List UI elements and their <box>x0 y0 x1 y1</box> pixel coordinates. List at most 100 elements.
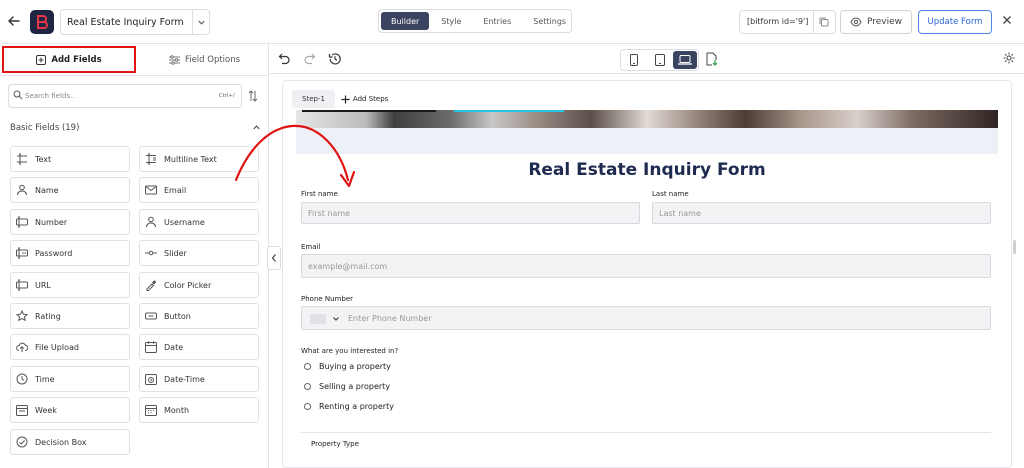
chevron-up-icon[interactable] <box>252 123 261 132</box>
field-color-picker[interactable]: Color Picker <box>139 271 259 298</box>
tab-entries[interactable]: Entries <box>473 12 521 30</box>
field-label: URL <box>35 280 51 290</box>
field-url[interactable]: URL <box>10 271 130 298</box>
field-label: Email <box>164 186 187 196</box>
chevron-left-icon <box>270 253 278 263</box>
search-input[interactable] <box>25 88 205 104</box>
tab-style[interactable]: Style <box>431 12 471 30</box>
field-slider[interactable]: Slider <box>139 240 259 267</box>
field-label: Text <box>35 155 52 164</box>
field-label: Decision Box <box>35 437 87 447</box>
field-label: Date <box>164 343 184 353</box>
field-label: Week <box>35 406 57 416</box>
preview-label: Preview <box>866 17 903 27</box>
add-steps-button[interactable]: Add Steps <box>341 95 388 104</box>
field-text[interactable]: Text <box>10 146 130 172</box>
mobile-icon <box>629 54 638 66</box>
field-month[interactable]: Month <box>139 397 259 424</box>
banner-photo <box>296 110 998 128</box>
radio-button[interactable] <box>304 383 311 390</box>
field-email[interactable]: Email <box>139 177 259 204</box>
calendar-icon <box>145 341 157 354</box>
country-flag-icon[interactable] <box>310 314 326 324</box>
tablet-view-button[interactable] <box>648 51 672 69</box>
banner-accent-cyan <box>454 110 564 112</box>
field-number[interactable]: Number <box>10 208 130 235</box>
plus-icon <box>341 95 350 104</box>
radio-button[interactable] <box>304 363 311 370</box>
mobile-view-button[interactable] <box>622 51 646 69</box>
history-icon[interactable] <box>328 52 342 66</box>
tab-field-options[interactable]: Field Options <box>140 46 269 73</box>
desktop-view-button[interactable] <box>673 51 698 69</box>
laptop-icon <box>678 55 693 65</box>
interest-label: What are you interested in? <box>301 347 399 355</box>
calendar-clock-icon <box>145 373 157 385</box>
radio-option[interactable]: Selling a property <box>304 382 390 391</box>
field-button[interactable]: Button <box>139 303 259 329</box>
check-circle-icon <box>16 436 28 448</box>
divider <box>192 10 193 34</box>
chevron-down-icon[interactable] <box>197 18 206 27</box>
form-name-select[interactable]: Real Estate Inquiry Form <box>60 9 210 35</box>
collapse-panel-button[interactable] <box>267 246 281 270</box>
first-name-label: First name <box>301 190 338 198</box>
plus-square-icon <box>36 54 47 65</box>
field-label: Username <box>164 217 205 227</box>
phone-field <box>301 306 991 330</box>
field-label: Button <box>164 312 191 321</box>
search-icon <box>13 90 23 100</box>
close-icon[interactable] <box>1002 15 1012 25</box>
field-password[interactable]: Password <box>10 240 130 267</box>
update-form-button[interactable]: Update Form <box>918 10 992 34</box>
last-name-input[interactable] <box>652 202 991 224</box>
form-title: Real Estate Inquiry Form <box>528 160 766 180</box>
field-week[interactable]: Week <box>10 397 130 424</box>
back-arrow-icon[interactable] <box>6 13 22 29</box>
first-name-input[interactable] <box>301 202 640 224</box>
redo-icon[interactable] <box>303 52 316 65</box>
tab-settings[interactable]: Settings <box>523 12 576 30</box>
clock-icon <box>16 373 28 385</box>
sliders-icon <box>168 54 180 65</box>
field-date-time[interactable]: Date-Time <box>139 365 259 392</box>
radio-option[interactable]: Buying a property <box>304 362 391 371</box>
app-logo[interactable] <box>30 10 54 34</box>
sort-icon[interactable] <box>248 90 258 102</box>
email-input[interactable] <box>301 254 991 278</box>
field-username[interactable]: Username <box>139 208 259 235</box>
field-decision-box[interactable]: Decision Box <box>10 428 130 455</box>
month-calendar-icon <box>145 404 157 417</box>
phone-label: Phone Number <box>301 295 354 303</box>
preview-button[interactable]: Preview <box>840 10 912 34</box>
tablet-icon <box>654 54 665 66</box>
field-name[interactable]: Name <box>10 177 130 204</box>
fields-panel: Add Fields Field Options Ctrl+/ Basic Fi… <box>0 44 269 468</box>
envelope-icon <box>145 184 157 196</box>
password-field-icon <box>16 247 28 259</box>
chevron-down-icon[interactable] <box>332 315 340 323</box>
star-icon <box>16 310 28 322</box>
export-icon[interactable] <box>705 52 718 66</box>
undo-icon[interactable] <box>278 52 291 65</box>
field-label: Number <box>35 217 68 227</box>
step-tab[interactable]: Step-1 <box>292 90 335 108</box>
shortcode-box: [bitform id='9'] <box>739 10 836 34</box>
copy-icon[interactable] <box>818 16 830 28</box>
radio-button[interactable] <box>304 403 311 410</box>
tab-builder[interactable]: Builder <box>381 12 430 30</box>
field-multiline-text[interactable]: Multiline Text <box>139 146 259 172</box>
gear-icon[interactable] <box>1003 52 1015 64</box>
cloud-upload-icon <box>16 341 28 353</box>
phone-input[interactable] <box>348 310 948 326</box>
tab-add-fields[interactable]: Add Fields <box>2 46 136 73</box>
radio-option[interactable]: Renting a property <box>304 402 394 411</box>
field-date[interactable]: Date <box>139 334 259 361</box>
field-rating[interactable]: Rating <box>10 303 130 329</box>
multiline-text-icon <box>145 153 157 165</box>
scrollbar-handle[interactable] <box>1013 240 1016 254</box>
banner-accent-dark <box>302 110 436 112</box>
radio-label: Selling a property <box>319 382 391 391</box>
field-time[interactable]: Time <box>10 365 130 392</box>
field-file-upload[interactable]: File Upload <box>10 334 130 361</box>
